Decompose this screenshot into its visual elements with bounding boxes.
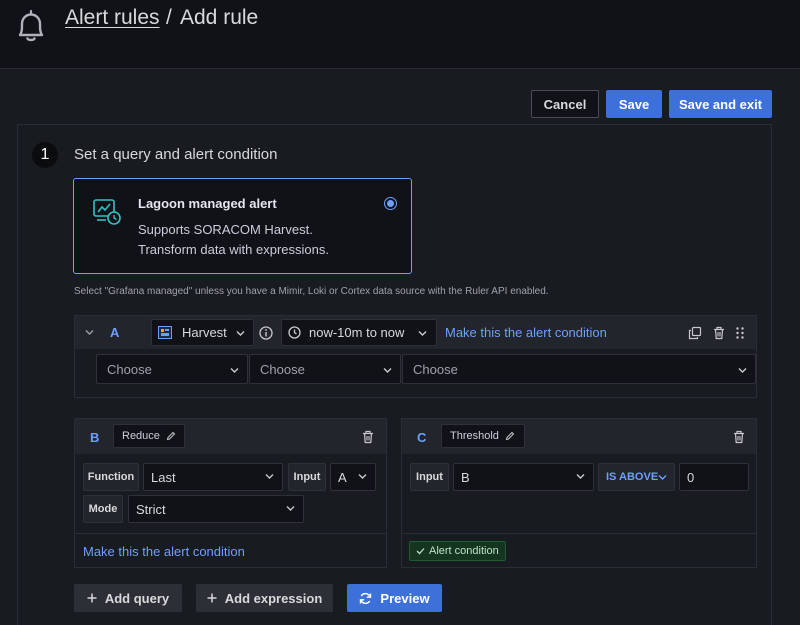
check-icon xyxy=(416,548,425,555)
info-icon[interactable] xyxy=(259,326,273,340)
query-select-1-label: Choose xyxy=(107,362,152,377)
threshold-value-input[interactable]: 0 xyxy=(679,463,749,491)
drag-handle-icon[interactable] xyxy=(735,326,745,340)
make-alert-condition-link-a[interactable]: Make this the alert condition xyxy=(445,325,607,340)
expression-type-c-label: Threshold xyxy=(450,430,499,442)
plus-icon xyxy=(207,593,217,603)
time-range-label: now-10m to now xyxy=(309,325,405,340)
chevron-down-icon xyxy=(236,331,245,336)
chevron-down-icon xyxy=(576,474,585,479)
mode-value: Strict xyxy=(136,501,166,517)
chevron-down-icon xyxy=(265,474,274,479)
add-expression-label: Add expression xyxy=(224,590,323,606)
save-and-exit-button[interactable]: Save and exit xyxy=(669,90,772,118)
trash-icon[interactable] xyxy=(361,430,375,444)
chevron-down-icon xyxy=(286,506,295,511)
collapse-chevron-icon[interactable] xyxy=(85,329,94,336)
expression-type-b[interactable]: Reduce xyxy=(113,424,185,448)
step-number: 1 xyxy=(32,142,58,168)
chevron-down-icon xyxy=(358,474,367,479)
datasource-label: Harvest xyxy=(182,325,227,340)
divider xyxy=(75,533,386,534)
rule-type-title: Lagoon managed alert xyxy=(138,196,277,211)
function-label: Function xyxy=(83,463,139,491)
operator-select[interactable]: IS ABOVE xyxy=(598,463,675,491)
query-select-2-label: Choose xyxy=(260,362,305,377)
query-select-3[interactable]: Choose xyxy=(402,354,756,384)
function-select[interactable]: Last xyxy=(143,463,283,491)
save-button[interactable]: Save xyxy=(606,90,662,118)
expression-type-c[interactable]: Threshold xyxy=(441,424,525,448)
alert-condition-badge: Alert condition xyxy=(409,541,506,561)
breadcrumb-separator: / xyxy=(166,6,172,29)
input-label-b: Input xyxy=(288,463,326,491)
pencil-icon xyxy=(166,431,176,441)
query-select-2[interactable]: Choose xyxy=(249,354,401,384)
refresh-icon xyxy=(360,592,372,604)
preview-button[interactable]: Preview xyxy=(347,584,442,612)
cancel-button[interactable]: Cancel xyxy=(531,90,599,118)
plus-icon xyxy=(87,593,97,603)
preview-label: Preview xyxy=(380,590,430,606)
alert-condition-badge-label: Alert condition xyxy=(429,545,499,557)
add-query-button[interactable]: Add query xyxy=(74,584,182,612)
rule-type-desc-line2: Transform data with expressions. xyxy=(138,242,329,257)
mode-label: Mode xyxy=(83,495,123,523)
add-expression-button[interactable]: Add expression xyxy=(196,584,333,612)
trash-icon[interactable] xyxy=(732,430,746,444)
input-value-c: B xyxy=(461,469,470,485)
mode-select[interactable]: Strict xyxy=(128,495,304,523)
input-select-c[interactable]: B xyxy=(453,463,594,491)
page-title: Add rule xyxy=(180,6,259,29)
query-select-1[interactable]: Choose xyxy=(96,354,248,384)
threshold-value: 0 xyxy=(687,469,695,485)
chevron-down-icon xyxy=(230,368,239,373)
add-query-label: Add query xyxy=(104,590,170,606)
rule-type-hint: Select "Grafana managed" unless you have… xyxy=(74,286,549,297)
input-select-b[interactable]: A xyxy=(330,463,376,491)
chevron-down-icon xyxy=(383,368,392,373)
divider xyxy=(402,533,756,534)
clock-icon xyxy=(288,326,301,339)
make-alert-condition-link-b[interactable]: Make this the alert condition xyxy=(83,544,245,559)
chevron-down-icon xyxy=(738,368,747,373)
duplicate-icon[interactable] xyxy=(688,326,702,340)
input-label-c: Input xyxy=(410,463,449,491)
step-title: Set a query and alert condition xyxy=(74,146,278,163)
rule-type-radio[interactable] xyxy=(384,197,397,210)
harvest-datasource-icon xyxy=(158,326,172,339)
function-value: Last xyxy=(151,469,176,485)
input-value-b: A xyxy=(338,469,347,485)
expression-ref-c: C xyxy=(417,430,427,445)
expression-ref-b: B xyxy=(90,430,100,445)
managed-alert-icon xyxy=(93,199,121,225)
query-select-3-label: Choose xyxy=(413,362,458,377)
pencil-icon xyxy=(505,431,515,441)
query-ref-a[interactable]: A xyxy=(110,325,119,340)
trash-icon[interactable] xyxy=(712,326,726,340)
chevron-down-icon xyxy=(418,331,427,336)
chevron-down-icon xyxy=(658,475,667,480)
rule-type-desc-line1: Supports SORACOM Harvest. xyxy=(138,222,313,237)
bell-icon xyxy=(18,9,44,42)
operator-value: IS ABOVE xyxy=(606,471,659,483)
expression-type-b-label: Reduce xyxy=(122,430,160,442)
breadcrumb-alert-rules-link[interactable]: Alert rules xyxy=(65,6,160,30)
